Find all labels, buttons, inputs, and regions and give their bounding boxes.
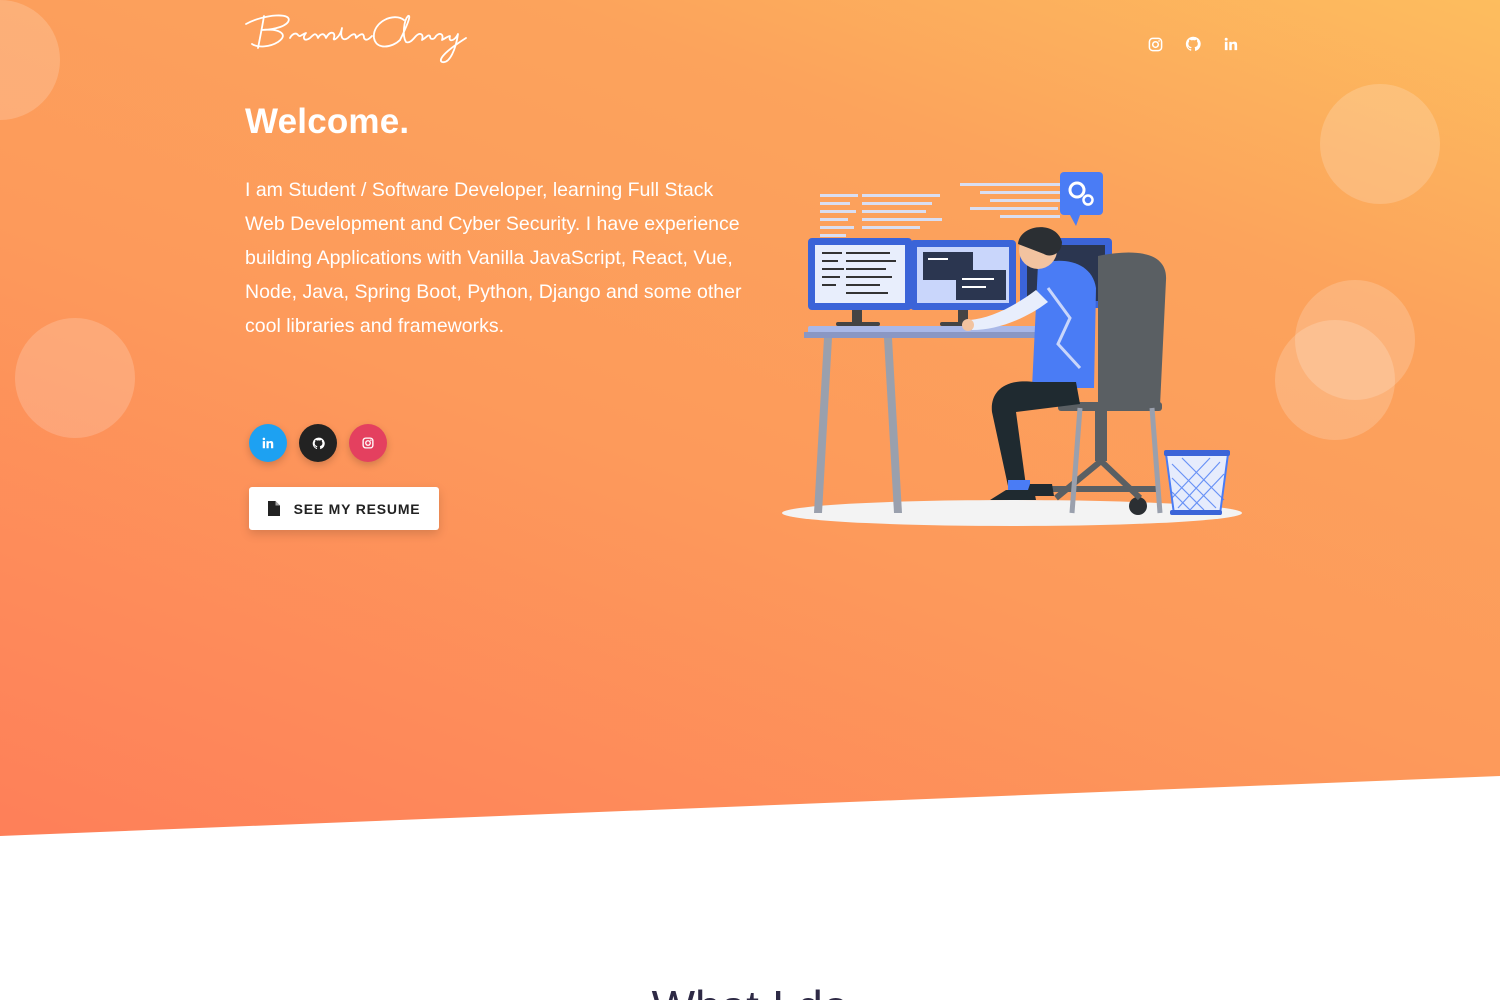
header-social-links (1145, 34, 1241, 54)
decorative-bubble (1275, 320, 1395, 440)
hero-section: Welcome. I am Student / Software Develop… (0, 0, 1500, 836)
see-resume-label: SEE MY RESUME (293, 500, 421, 517)
hero-social-links (249, 424, 387, 462)
brand-logo[interactable] (244, 8, 470, 68)
instagram-icon (362, 437, 374, 449)
hero-title: Welcome. (245, 102, 410, 141)
file-icon (267, 501, 280, 516)
developer-illustration (782, 172, 1242, 526)
github-icon[interactable] (1183, 34, 1203, 54)
instagram-button[interactable] (349, 424, 387, 462)
linkedin-button[interactable] (249, 424, 287, 462)
see-resume-button[interactable]: SEE MY RESUME (249, 487, 439, 530)
linkedin-icon[interactable] (1221, 34, 1241, 54)
instagram-icon[interactable] (1145, 34, 1165, 54)
decorative-bubble (15, 318, 135, 438)
github-button[interactable] (299, 424, 337, 462)
what-i-do-heading: What I do (0, 980, 1500, 1000)
github-icon (312, 437, 325, 449)
linkedin-icon (262, 437, 274, 449)
decorative-bubble (0, 0, 60, 120)
decorative-bubble (1320, 84, 1440, 204)
hero-intro: I am Student / Software Developer, learn… (245, 179, 742, 337)
